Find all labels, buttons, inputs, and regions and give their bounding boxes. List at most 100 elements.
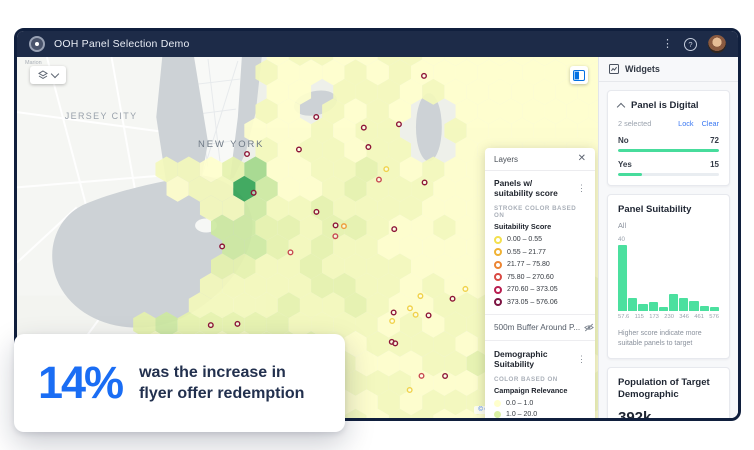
suitability-histogram (618, 245, 719, 311)
legend-item: 75.80 – 270.60 (494, 273, 586, 281)
panel-toggle-icon (573, 70, 585, 81)
x-tick-label: 576 (709, 314, 719, 320)
layer-name-panels: Panels w/ suitability score (494, 178, 573, 198)
close-icon[interactable]: ✕ (578, 154, 586, 164)
chevron-up-icon[interactable] (617, 103, 625, 111)
panel-marker[interactable] (443, 374, 448, 379)
category-row[interactable]: Yes15 (618, 160, 719, 176)
legend-label: 75.80 – 270.60 (507, 274, 554, 281)
widgets-icon (609, 64, 619, 74)
widget-title: Panel Suitability (618, 204, 719, 216)
panel-marker[interactable] (391, 310, 396, 315)
histogram-bar[interactable] (638, 304, 647, 311)
chevron-down-icon (51, 70, 59, 78)
x-tick-label: 461 (694, 314, 704, 320)
panel-marker[interactable] (235, 322, 240, 327)
histogram-bar[interactable] (649, 302, 658, 310)
category-row[interactable]: No 72 (618, 136, 719, 152)
layers-panel-header: Layers ✕ (485, 148, 595, 171)
widget-panel-suitability: Panel Suitability All 40 57.611517323034… (607, 194, 730, 359)
lock-link[interactable]: Lock (678, 119, 693, 128)
category-value: 72 (710, 136, 719, 145)
x-axis-ticks: 57.6115173230346461576 (618, 314, 719, 320)
panel-marker[interactable] (463, 287, 468, 292)
panel-marker[interactable] (408, 306, 413, 311)
panel-marker[interactable] (333, 223, 338, 228)
layers-panel: Layers ✕ Panels w/ suitability score ⋮ S… (485, 148, 595, 418)
eye-off-icon[interactable] (584, 323, 594, 332)
panel-marker[interactable] (251, 190, 256, 195)
panel-marker[interactable] (288, 250, 293, 255)
user-avatar[interactable] (708, 35, 726, 53)
widgets-header-label: Widgets (625, 64, 660, 74)
panel-marker[interactable] (422, 180, 427, 185)
panel-marker[interactable] (426, 313, 431, 318)
selected-count: 2 selected (618, 119, 651, 128)
legend-field: Campaign Relevance (494, 386, 586, 395)
panel-marker[interactable] (450, 296, 455, 301)
category-bar-track (618, 173, 719, 176)
basemap-selector-button[interactable] (30, 66, 66, 84)
panel-marker[interactable] (419, 374, 424, 379)
x-tick-label: 346 (679, 314, 689, 320)
panel-marker[interactable] (366, 145, 371, 150)
panel-marker[interactable] (245, 152, 250, 157)
histogram-bar[interactable] (700, 306, 709, 311)
widget-cards: Panel is Digital 2 selected Lock Clear N… (599, 82, 738, 418)
panel-marker[interactable] (418, 294, 423, 299)
panel-marker[interactable] (333, 234, 338, 239)
category-bar-fill (618, 149, 719, 152)
panel-marker[interactable] (314, 210, 319, 215)
histogram-bar[interactable] (710, 307, 719, 310)
panel-marker[interactable] (407, 388, 412, 393)
panel-marker[interactable] (413, 312, 418, 317)
legend-label: 373.05 – 576.06 (507, 299, 558, 306)
panel-marker[interactable] (362, 125, 367, 130)
panel-marker[interactable] (209, 323, 214, 328)
stat-value: 14% (38, 357, 122, 409)
panel-marker[interactable] (384, 167, 389, 172)
kebab-menu-icon[interactable]: ⋮ (577, 184, 586, 193)
widgets-sidebar: Widgets Panel is Digital 2 selected Lock (598, 57, 738, 418)
layer-name-demographic: Demographic Suitability (494, 349, 573, 369)
layers-icon (38, 70, 48, 80)
histogram-bar[interactable] (669, 294, 678, 311)
map-label-new-york: NEW YORK (198, 139, 264, 150)
histogram-bar[interactable] (689, 301, 698, 311)
panel-marker[interactable] (397, 122, 402, 127)
legend-heading: STROKE COLOR BASED ON (494, 205, 586, 219)
widget-title: Panel is Digital (631, 100, 699, 112)
campaign-relevance-legend: 0.0 – 1.01.0 – 20.020.0 – 40.040.0 – 60.… (494, 400, 586, 419)
help-icon[interactable]: ? (684, 38, 697, 51)
panel-marker[interactable] (392, 227, 397, 232)
panel-marker[interactable] (314, 115, 319, 120)
category-bar-track (618, 149, 719, 152)
app-title: OOH Panel Selection Demo (54, 38, 190, 50)
stat-callout-card: 14% was the increase in flyer offer rede… (14, 334, 345, 432)
histogram-bar[interactable] (659, 307, 668, 310)
legend-field: Suitability Score (494, 222, 586, 231)
panel-marker[interactable] (342, 224, 347, 229)
histogram-bar[interactable] (628, 298, 637, 311)
x-tick-label: 57.6 (618, 314, 629, 320)
x-tick-label: 115 (635, 314, 644, 320)
panel-marker[interactable] (422, 74, 427, 79)
panel-toggle-button[interactable] (570, 66, 588, 84)
category-label: No (618, 136, 629, 145)
legend-item: 270.60 – 373.05 (494, 286, 586, 294)
panel-marker[interactable] (393, 341, 398, 346)
population-value: 392k (618, 409, 719, 418)
kebab-menu-icon[interactable]: ⋮ (577, 355, 586, 364)
panel-marker[interactable] (377, 177, 382, 182)
panel-marker[interactable] (390, 319, 395, 324)
legend-heading: COLOR BASED ON (494, 376, 586, 383)
histogram-bar[interactable] (679, 298, 688, 311)
layers-panel-title: Layers (494, 155, 518, 164)
panel-marker[interactable] (220, 244, 225, 249)
legend-ring-icon (494, 286, 502, 294)
widgets-header: Widgets (599, 57, 738, 82)
panel-marker[interactable] (297, 147, 302, 152)
clear-link[interactable]: Clear (702, 119, 719, 128)
kebab-menu-icon[interactable]: ⋮ (662, 39, 673, 50)
histogram-bar[interactable] (618, 245, 627, 311)
